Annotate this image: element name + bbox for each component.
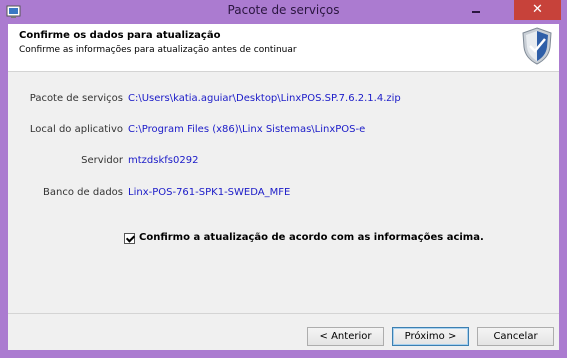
back-button[interactable]: < Anterior (307, 327, 384, 346)
header-subtitle: Confirme as informações para atualização… (19, 45, 297, 55)
installer-window: Pacote de serviços ✕ Confirme os dados p… (0, 0, 567, 358)
dialog-body: Confirme os dados para atualização Confi… (8, 24, 559, 350)
wizard-header: Confirme os dados para atualização Confi… (8, 24, 559, 72)
server-label: Servidor (81, 155, 123, 166)
server-value: mtzdskfs0292 (128, 155, 199, 166)
close-button[interactable]: ✕ (514, 0, 561, 20)
service-pack-value: C:\Users\katia.aguiar\Desktop\LinxPOS.SP… (128, 93, 401, 104)
cancel-button[interactable]: Cancelar (477, 327, 554, 346)
database-label: Banco de dados (43, 187, 123, 198)
service-pack-label: Pacote de serviços (29, 93, 123, 104)
app-location-value: C:\Program Files (x86)\Linx Sistemas\Lin… (128, 124, 366, 135)
title-bar[interactable]: Pacote de serviços ✕ (0, 0, 567, 24)
database-value: Linx-POS-761-SPK1-SWEDA_MFE (128, 187, 291, 198)
app-location-label: Local do aplicativo (29, 124, 123, 135)
minimize-button[interactable] (463, 0, 489, 20)
header-title: Confirme os dados para atualização (19, 30, 221, 41)
confirm-label[interactable]: Confirmo a atualização de acordo com as … (139, 232, 484, 243)
next-button[interactable]: Próximo > (392, 327, 469, 346)
footer-divider (8, 313, 559, 314)
shield-check-icon (522, 27, 552, 65)
confirm-checkbox[interactable] (124, 233, 135, 244)
